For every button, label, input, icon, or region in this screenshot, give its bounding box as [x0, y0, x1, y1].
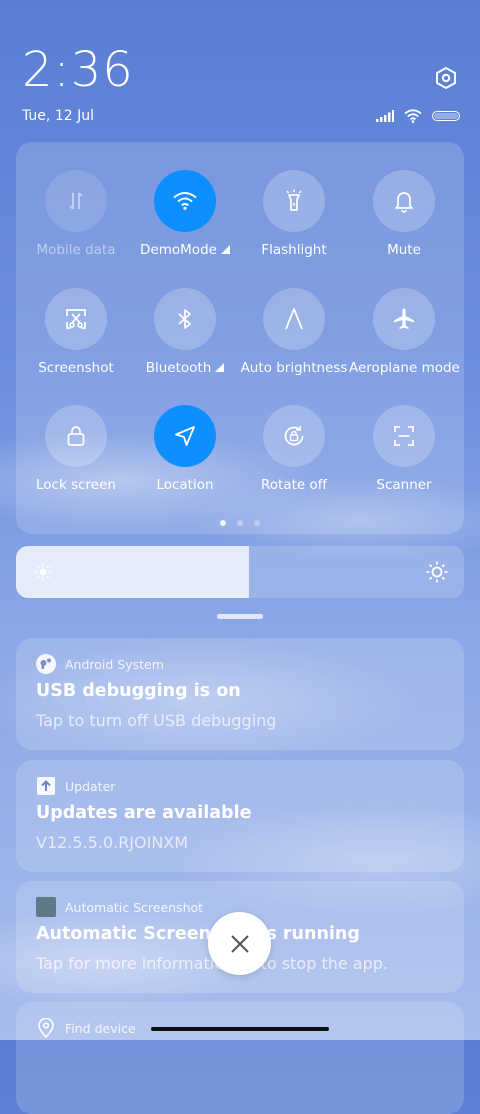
page-indicator — [16, 520, 464, 526]
notification-title: USB debugging is on — [36, 681, 241, 701]
settings-button[interactable] — [434, 66, 458, 90]
notification-find-device[interactable]: Find device — [16, 1002, 464, 1114]
notification-title: Automatic Screenshot is running — [36, 924, 360, 944]
brightness-slider[interactable] — [16, 546, 464, 598]
tile-label: Bluetooth — [145, 360, 212, 376]
tile-flashlight[interactable]: Flashlight — [239, 170, 349, 258]
automatic-screenshot-icon — [36, 897, 56, 917]
tile-mute[interactable]: Mute — [349, 170, 459, 258]
notification-app-name: Android System — [65, 656, 164, 672]
tile-label: Mute — [387, 242, 421, 258]
tile-bluetooth[interactable]: Bluetooth — [130, 288, 240, 376]
settings-hexagon-icon — [436, 66, 456, 90]
tile-rotate-off[interactable]: Rotate off — [239, 405, 349, 493]
more-options-triangle-icon — [215, 363, 225, 372]
wifi-icon — [404, 109, 422, 123]
notification-updater[interactable]: Updater Updates are available V12.5.5.0.… — [16, 760, 464, 872]
tile-screenshot[interactable]: Screenshot — [21, 288, 131, 376]
date: Tue, 12 Jul — [22, 108, 94, 124]
tile-mobile-data[interactable]: Mobile data — [21, 170, 131, 258]
notification-title: Updates are available — [36, 803, 252, 823]
location-pin-icon — [36, 1018, 56, 1038]
scanner-icon — [394, 426, 414, 446]
clock: 2:36 — [22, 42, 134, 98]
airplane-icon — [394, 308, 414, 329]
brightness-high-icon — [426, 561, 448, 583]
tile-demomode[interactable]: DemoMode — [130, 170, 240, 258]
more-options-triangle-icon — [220, 245, 230, 254]
clear-all-button[interactable] — [208, 912, 271, 975]
tile-label: Auto brightness — [240, 360, 348, 376]
location-arrow-icon — [175, 426, 195, 446]
home-indicator[interactable] — [151, 1027, 329, 1031]
tile-label: Rotate off — [260, 477, 328, 493]
updater-arrow-icon — [36, 776, 56, 796]
rotate-lock-icon — [284, 425, 304, 446]
tile-label: Lock screen — [36, 477, 116, 493]
tile-auto-brightness[interactable]: Auto brightness — [239, 288, 349, 376]
notification-body: Tap to turn off USB debugging — [36, 711, 277, 730]
close-icon — [230, 934, 249, 953]
screenshot-icon — [66, 309, 86, 329]
tile-label: Aeroplane mode — [349, 360, 460, 376]
notification-app-name: Automatic Screenshot — [65, 899, 204, 915]
android-system-icon — [36, 654, 56, 674]
mobile-data-icon — [69, 192, 83, 210]
control-center-panel: Mobile data DemoMode Flashlight Mute Scr… — [16, 142, 464, 534]
flashlight-icon — [286, 189, 302, 211]
tile-label: Flashlight — [261, 242, 327, 258]
bell-icon — [395, 192, 413, 213]
tile-aeroplane-mode[interactable]: Aeroplane mode — [349, 288, 460, 376]
page-dot — [254, 520, 260, 526]
tile-label: DemoMode — [140, 242, 217, 258]
notification-body: V12.5.5.0.RJOINXM — [36, 833, 189, 852]
tile-label: Scanner — [376, 477, 432, 493]
status-icons — [376, 109, 460, 123]
brightness-low-icon — [35, 564, 51, 580]
tile-label: Location — [156, 477, 214, 493]
tile-scanner[interactable]: Scanner — [349, 405, 459, 493]
tile-label: Mobile data — [36, 242, 116, 258]
wifi-icon — [173, 192, 197, 210]
bluetooth-icon — [178, 309, 191, 329]
page-dot — [237, 520, 243, 526]
page-dot — [220, 520, 226, 526]
tile-lock-screen[interactable]: Lock screen — [21, 405, 131, 493]
drag-handle[interactable] — [217, 614, 263, 619]
notification-app-name: Find device — [65, 1020, 136, 1036]
auto-brightness-icon — [285, 308, 303, 330]
notification-app-name: Updater — [65, 778, 116, 794]
notification-usb-debugging[interactable]: Android System USB debugging is on Tap t… — [16, 638, 464, 750]
signal-icon — [376, 110, 394, 122]
battery-icon — [432, 111, 460, 121]
tile-label: Screenshot — [38, 360, 114, 376]
tile-location[interactable]: Location — [130, 405, 240, 493]
lock-icon — [67, 426, 85, 446]
